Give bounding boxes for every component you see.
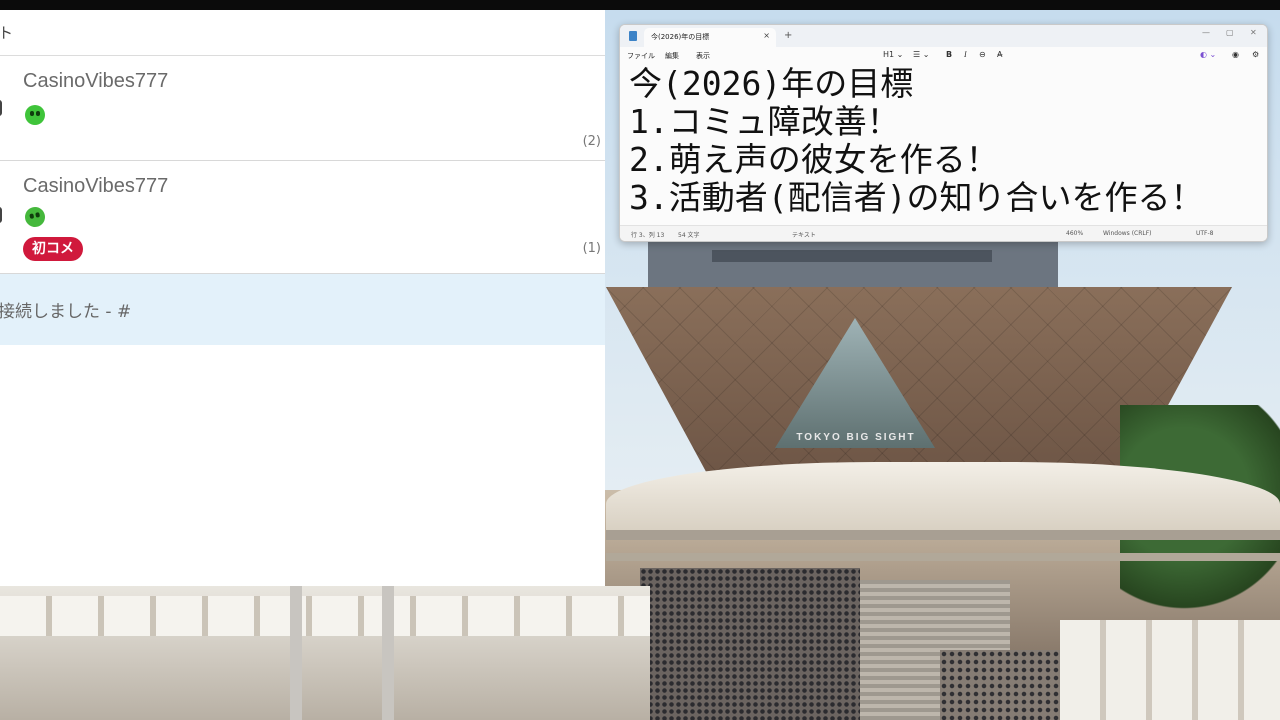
menu-edit[interactable]: 編集 — [665, 51, 679, 61]
editor-line: 今(2026)年の目標 — [629, 64, 914, 103]
chat-message[interactable]: CasinoVibes777 (2) — [0, 56, 605, 161]
maximize-icon[interactable]: ▢ — [1226, 28, 1234, 37]
char-count: 54 文字 — [678, 232, 700, 239]
text-editor[interactable]: 今(2026)年の目標 1.コミュ障改善！ 2.萌え声の彼女を作る！ 3.活動者… — [620, 64, 1267, 227]
settings-gear-icon[interactable]: ⚙ — [1252, 50, 1259, 59]
crowd-left — [640, 568, 860, 720]
menu-view[interactable]: 表示 — [696, 51, 710, 61]
tab-title: 今(2026)年の目標 — [651, 33, 710, 41]
italic-button[interactable]: I — [964, 50, 967, 59]
editor-line: 2.萌え声の彼女を作る！ — [629, 140, 999, 179]
pole — [290, 586, 302, 720]
canopy-roof — [606, 462, 1280, 532]
bold-button[interactable]: B — [946, 50, 952, 59]
line-ending[interactable]: Windows (CRLF) — [1103, 230, 1152, 237]
title-bar: 今(2026)年の目標 × + — ▢ ✕ — [620, 25, 1267, 47]
avatar — [0, 100, 2, 116]
top-black-bar — [0, 0, 1280, 10]
chat-panel: ト CasinoVibes777 (2) CasinoVibes777 初コメ … — [0, 10, 605, 586]
link-icon[interactable]: ⊖ — [979, 50, 986, 59]
tents-right — [1060, 620, 1280, 720]
chat-message[interactable]: CasinoVibes777 初コメ (1) — [0, 161, 605, 274]
clear-format-icon[interactable]: A̶ — [997, 50, 1002, 59]
laugh-emote-icon — [23, 205, 47, 229]
zoom-level[interactable]: 460% — [1066, 230, 1083, 237]
close-window-icon[interactable]: ✕ — [1250, 28, 1257, 37]
connection-status: 接続しました - # — [0, 274, 605, 345]
canopy-beam — [606, 530, 1280, 540]
connection-status-text: 接続しました - # — [0, 302, 132, 322]
notepad-app-icon — [629, 31, 637, 41]
account-icon[interactable]: ◉ — [1232, 50, 1239, 59]
chat-username: CasinoVibes777 — [23, 70, 169, 92]
heading-dropdown[interactable]: H1 ⌄ — [883, 50, 903, 59]
encoding[interactable]: UTF-8 — [1196, 230, 1214, 237]
status-bar: 行 3、列 13 54 文字 テキスト 460% Windows (CRLF) … — [620, 225, 1267, 241]
building-sign: TOKYO BIG SIGHT — [796, 432, 916, 443]
list-dropdown-icon[interactable]: ☰ ⌄ — [913, 50, 929, 59]
cursor-position: 行 3、列 13 — [631, 232, 665, 239]
first-comment-badge: 初コメ — [23, 237, 83, 261]
message-count: (2) — [582, 134, 601, 149]
chat-header-label: ト — [0, 24, 14, 42]
canopy-beam-lower — [606, 553, 1280, 561]
smile-emote-icon — [25, 105, 45, 125]
tab-document[interactable]: 今(2026)年の目標 × — [644, 28, 776, 47]
menu-file[interactable]: ファイル — [627, 51, 655, 61]
menu-bar: ファイル 編集 表示 H1 ⌄ ☰ ⌄ B I ⊖ A̶ ◐ ⌄ ◉ ⚙ — [620, 47, 1267, 65]
avatar — [0, 207, 2, 223]
tower-stripe — [712, 250, 992, 262]
tent-row — [0, 596, 650, 636]
text-mode: テキスト — [792, 232, 816, 239]
minimize-icon[interactable]: — — [1202, 28, 1210, 37]
close-tab-icon[interactable]: × — [763, 31, 770, 40]
new-tab-button[interactable]: + — [784, 30, 792, 41]
chat-username: CasinoVibes777 — [23, 175, 169, 197]
copilot-icon[interactable]: ◐ ⌄ — [1200, 50, 1216, 59]
message-count: (1) — [582, 241, 601, 256]
chat-header: ト — [0, 10, 605, 56]
editor-line: 3.活動者(配信者)の知り合いを作る！ — [629, 178, 1204, 217]
editor-line: 1.コミュ障改善！ — [629, 102, 900, 141]
pole — [382, 586, 394, 720]
notepad-window: 今(2026)年の目標 × + — ▢ ✕ ファイル 編集 表示 H1 ⌄ ☰ … — [619, 24, 1268, 242]
